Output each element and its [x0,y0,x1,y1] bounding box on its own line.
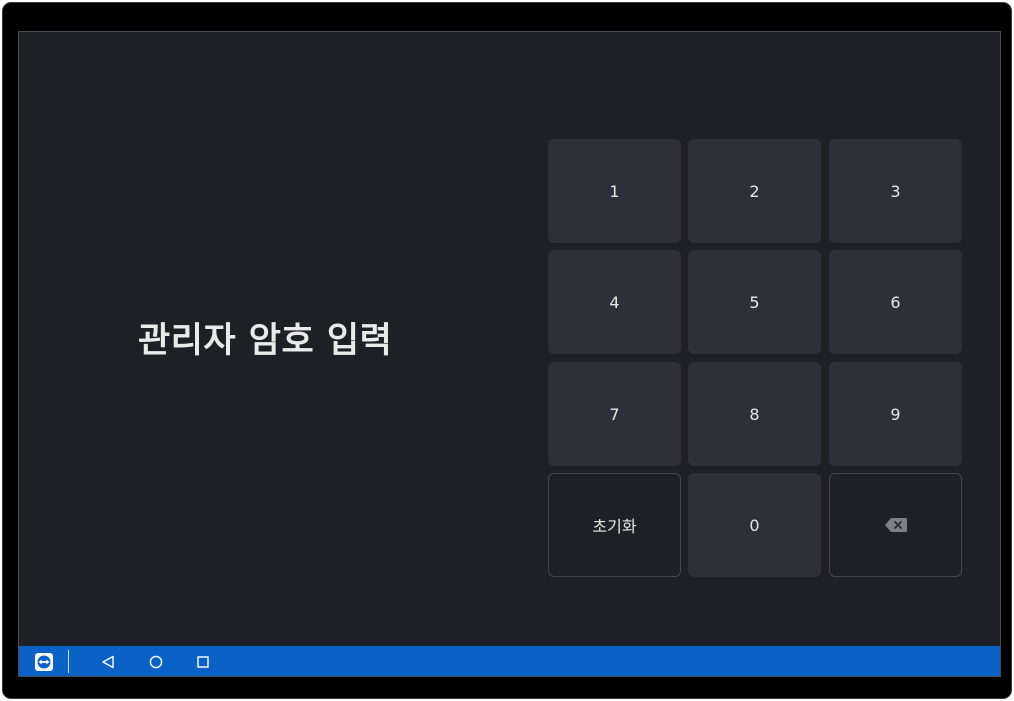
backspace-icon [884,518,907,532]
system-nav-bar [19,646,1000,676]
key-1[interactable]: 1 [548,139,681,243]
screen: 관리자 암호 입력 1 2 3 4 5 6 7 8 9 초기화 0 [18,31,1001,677]
home-button[interactable] [145,646,167,676]
key-9[interactable]: 9 [829,362,962,466]
backspace-button[interactable] [829,473,962,577]
numeric-keypad: 1 2 3 4 5 6 7 8 9 초기화 0 [548,139,963,577]
recents-square-icon [197,655,209,668]
reset-button[interactable]: 초기화 [548,473,681,577]
back-button[interactable] [97,646,119,676]
teamviewer-icon [35,652,53,671]
key-6[interactable]: 6 [829,250,962,354]
device-frame: 관리자 암호 입력 1 2 3 4 5 6 7 8 9 초기화 0 [2,2,1012,699]
teamviewer-button[interactable] [33,646,55,676]
key-0[interactable]: 0 [688,473,821,577]
page-title: 관리자 암호 입력 [138,321,393,361]
key-7[interactable]: 7 [548,362,681,466]
home-circle-icon [149,655,163,668]
recents-button[interactable] [192,646,214,676]
nav-divider [68,650,69,673]
key-5[interactable]: 5 [688,250,821,354]
key-8[interactable]: 8 [688,362,821,466]
key-4[interactable]: 4 [548,250,681,354]
back-triangle-icon [102,655,114,668]
key-3[interactable]: 3 [829,139,962,243]
key-2[interactable]: 2 [688,139,821,243]
